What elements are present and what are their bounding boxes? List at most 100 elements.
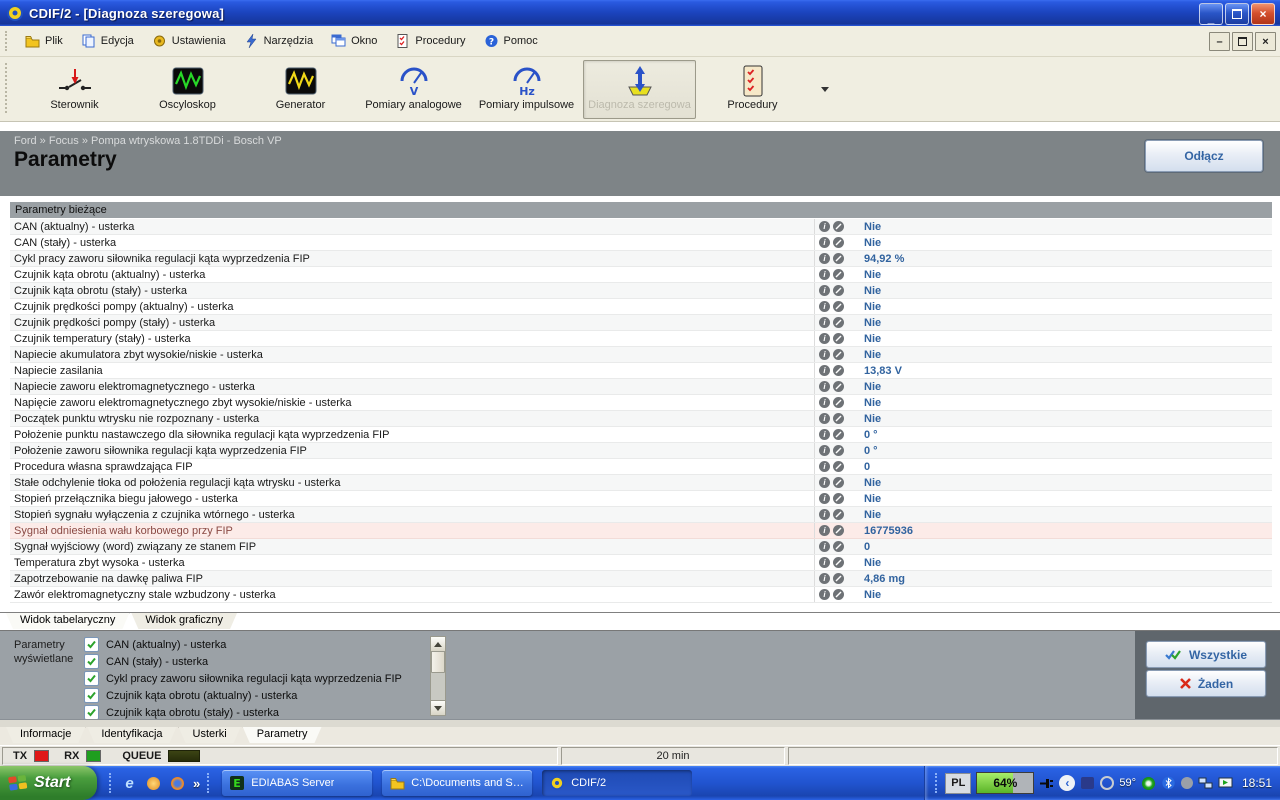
- parameter-row[interactable]: Czujnik kąta obrotu (stały) - usterka i …: [10, 283, 1272, 299]
- edit-icon[interactable]: [833, 381, 844, 392]
- edit-icon[interactable]: [833, 541, 844, 552]
- checklist-item[interactable]: CAN (aktualny) - usterka: [84, 636, 428, 653]
- restore-button[interactable]: [1225, 3, 1249, 25]
- internet-explorer-icon[interactable]: e: [121, 775, 138, 792]
- parameter-row[interactable]: Napięcie zaworu elektromagnetycznego zby…: [10, 395, 1272, 411]
- info-icon[interactable]: i: [819, 381, 830, 392]
- checklist-item[interactable]: Czujnik kąta obrotu (aktualny) - usterka: [84, 687, 428, 704]
- edit-icon[interactable]: [833, 253, 844, 264]
- parameter-row[interactable]: Napiecie zaworu elektromagnetycznego - u…: [10, 379, 1272, 395]
- info-icon[interactable]: i: [819, 237, 830, 248]
- menu-pomoc[interactable]: ? Pomoc: [475, 30, 547, 52]
- menu-narzedzia[interactable]: Narzędzia: [235, 30, 323, 52]
- edit-icon[interactable]: [833, 445, 844, 456]
- edit-icon[interactable]: [833, 589, 844, 600]
- toolbar-pomiary-impulsowe[interactable]: Hz Pomiary impulsowe: [470, 60, 583, 119]
- edit-icon[interactable]: [833, 477, 844, 488]
- info-icon[interactable]: i: [819, 253, 830, 264]
- toolbar-pomiary-analogowe[interactable]: V Pomiary analogowe: [357, 60, 470, 119]
- toolbar-grip[interactable]: [5, 63, 10, 113]
- parameter-row[interactable]: Położenie punktu nastawczego dla siłowni…: [10, 427, 1272, 443]
- section-tab[interactable]: Informacje: [6, 727, 85, 743]
- info-icon[interactable]: i: [819, 493, 830, 504]
- network-tray-icon[interactable]: [1198, 776, 1213, 791]
- edit-icon[interactable]: [833, 525, 844, 536]
- edit-icon[interactable]: [833, 237, 844, 248]
- info-icon[interactable]: i: [819, 525, 830, 536]
- toolbar-procedury[interactable]: Procedury: [696, 60, 809, 119]
- parameter-row[interactable]: Czujnik temperatury (stały) - usterka i …: [10, 331, 1272, 347]
- toolbar-diagnoza-szeregowa[interactable]: Diagnoza szeregowa: [583, 60, 696, 119]
- section-tab[interactable]: Usterki: [179, 727, 241, 743]
- taskband-grip[interactable]: [207, 773, 212, 793]
- edit-icon[interactable]: [833, 301, 844, 312]
- quick-launch-grip[interactable]: [109, 773, 114, 793]
- edit-icon[interactable]: [833, 285, 844, 296]
- info-icon[interactable]: i: [819, 333, 830, 344]
- edit-icon[interactable]: [833, 573, 844, 584]
- mail-clock-icon[interactable]: [145, 775, 162, 792]
- info-icon[interactable]: i: [819, 285, 830, 296]
- info-icon[interactable]: i: [819, 365, 830, 376]
- info-icon[interactable]: i: [819, 541, 830, 552]
- parameter-row[interactable]: Procedura własna sprawdzająca FIP i 0: [10, 459, 1272, 475]
- info-icon[interactable]: i: [819, 349, 830, 360]
- parameter-row[interactable]: Zapotrzebowanie na dawkę paliwa FIP i 4,…: [10, 571, 1272, 587]
- parameter-row[interactable]: CAN (stały) - usterka i Nie: [10, 235, 1272, 251]
- parameter-row[interactable]: Sygnał wyjściowy (word) związany ze stan…: [10, 539, 1272, 555]
- edit-icon[interactable]: [833, 461, 844, 472]
- parameter-row[interactable]: Czujnik prędkości pompy (aktualny) - ust…: [10, 299, 1272, 315]
- mdi-close-button[interactable]: ×: [1255, 32, 1276, 51]
- start-button[interactable]: Start: [0, 766, 97, 800]
- menu-grip[interactable]: [5, 31, 10, 51]
- info-icon[interactable]: i: [819, 301, 830, 312]
- edit-icon[interactable]: [833, 333, 844, 344]
- checklist-item[interactable]: CAN (stały) - usterka: [84, 653, 428, 670]
- parameter-row[interactable]: Czujnik kąta obrotu (aktualny) - usterka…: [10, 267, 1272, 283]
- info-icon[interactable]: i: [819, 477, 830, 488]
- sync-tray-icon[interactable]: [1100, 776, 1115, 790]
- toolbar-oscyloskop[interactable]: Oscyloskop: [131, 60, 244, 119]
- parameter-row[interactable]: CAN (aktualny) - usterka i Nie: [10, 219, 1272, 235]
- info-icon[interactable]: i: [819, 221, 830, 232]
- info-icon[interactable]: i: [819, 509, 830, 520]
- checkbox-checked-icon[interactable]: [84, 654, 99, 669]
- parameter-row[interactable]: Początek punktu wtrysku nie rozpoznany -…: [10, 411, 1272, 427]
- close-button[interactable]: ×: [1251, 3, 1275, 25]
- task-explorer-window[interactable]: C:\Documents and Se...: [382, 770, 533, 796]
- info-icon[interactable]: i: [819, 317, 830, 328]
- mdi-minimize-button[interactable]: –: [1209, 32, 1230, 51]
- edit-icon[interactable]: [833, 317, 844, 328]
- task-ediabas-server[interactable]: E EDIABAS Server: [222, 770, 373, 796]
- parameter-row[interactable]: Stopień przełącznika biegu jałowego - us…: [10, 491, 1272, 507]
- firefox-icon[interactable]: [169, 775, 186, 792]
- parameter-row[interactable]: Stałe odchylenie tłoka od położenia regu…: [10, 475, 1272, 491]
- parameter-row[interactable]: Napiecie zasilania i 13,83 V: [10, 363, 1272, 379]
- checklist-scrollbar[interactable]: [430, 636, 446, 716]
- scroll-thumb[interactable]: [431, 651, 445, 673]
- info-icon[interactable]: i: [819, 573, 830, 584]
- media-tray-icon[interactable]: [1080, 776, 1095, 791]
- power-plug-icon[interactable]: [1039, 776, 1054, 791]
- update-tray-icon[interactable]: [1180, 777, 1193, 789]
- info-icon[interactable]: i: [819, 429, 830, 440]
- edit-icon[interactable]: [833, 429, 844, 440]
- select-all-button[interactable]: Wszystkie: [1146, 641, 1266, 668]
- info-icon[interactable]: i: [819, 589, 830, 600]
- parameter-row[interactable]: Czujnik prędkości pompy (stały) - usterk…: [10, 315, 1272, 331]
- info-icon[interactable]: i: [819, 557, 830, 568]
- checklist-item[interactable]: Cykl pracy zaworu siłownika regulacji ką…: [84, 670, 428, 687]
- edit-icon[interactable]: [833, 365, 844, 376]
- hide-icons-chevron[interactable]: ‹: [1059, 775, 1076, 791]
- language-indicator[interactable]: PL: [945, 772, 972, 794]
- section-tab[interactable]: Parametry: [243, 727, 322, 743]
- battery-indicator[interactable]: 64%: [976, 772, 1035, 794]
- minimize-button[interactable]: _: [1199, 3, 1223, 25]
- edit-icon[interactable]: [833, 269, 844, 280]
- edit-icon[interactable]: [833, 397, 844, 408]
- menu-edycja[interactable]: Edycja: [72, 30, 143, 52]
- parameter-row[interactable]: Zawór elektromagnetyczny stale wzbudzony…: [10, 587, 1272, 603]
- mdi-restore-button[interactable]: [1232, 32, 1253, 51]
- edit-icon[interactable]: [833, 349, 844, 360]
- info-icon[interactable]: i: [819, 461, 830, 472]
